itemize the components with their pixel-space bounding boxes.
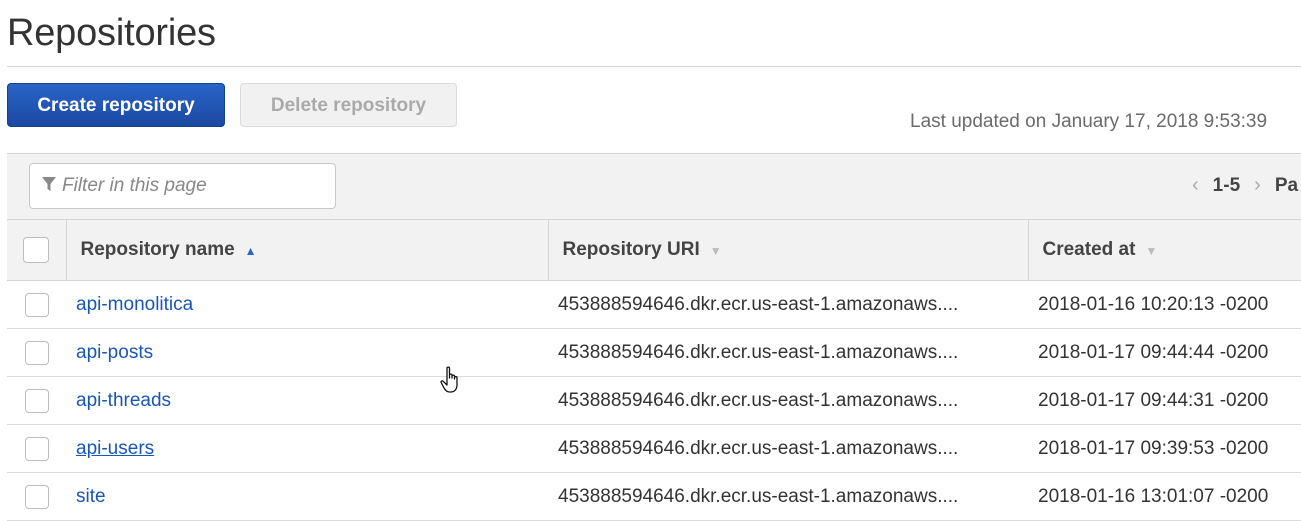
- repository-name-cell: api-posts: [66, 328, 548, 377]
- sort-ascending-icon: ▲: [244, 244, 257, 258]
- page-title: Repositories: [7, 12, 216, 54]
- title-divider: [7, 66, 1301, 67]
- row-checkbox[interactable]: [24, 340, 49, 365]
- column-header-repository-uri[interactable]: Repository URI ▼: [547, 219, 1028, 281]
- repository-link[interactable]: api-posts: [76, 342, 153, 363]
- table-header-row: Repository name ▲ Repository URI ▼ Created…: [7, 219, 1301, 281]
- column-label: Repository name: [80, 239, 235, 260]
- repository-uri-cell: 453888594646.dkr.ecr.us-east-1.amazonaws…: [548, 424, 1028, 473]
- repository-uri-cell: 453888594646.dkr.ecr.us-east-1.amazonaws…: [548, 280, 1028, 329]
- repository-link[interactable]: api-monolitica: [76, 294, 193, 315]
- row-checkbox[interactable]: [24, 292, 49, 317]
- repository-name-cell: site: [66, 472, 548, 521]
- table-toolbar: ‹ 1-5 › Pa: [7, 153, 1301, 220]
- row-select-cell: [7, 280, 66, 329]
- previous-page-icon[interactable]: ‹: [1192, 174, 1199, 197]
- last-updated-text: Last updated on January 17, 2018 9:53:39: [910, 111, 1268, 132]
- row-checkbox[interactable]: [24, 388, 49, 413]
- row-checkbox[interactable]: [24, 484, 49, 509]
- created-at-cell: 2018-01-16 13:01:07 -0200: [1028, 472, 1301, 521]
- row-select-cell: [7, 376, 66, 425]
- row-select-cell: [7, 424, 66, 473]
- repository-link[interactable]: api-threads: [76, 390, 171, 411]
- repository-link[interactable]: site: [76, 486, 106, 507]
- pagination: ‹ 1-5 › Pa: [1192, 174, 1298, 197]
- repository-name-cell: api-threads: [66, 376, 548, 425]
- created-at-cell: 2018-01-17 09:39:53 -0200: [1028, 424, 1301, 473]
- table-row: api-threads 453888594646.dkr.ecr.us-east…: [7, 376, 1301, 425]
- row-checkbox[interactable]: [24, 436, 49, 461]
- table-row: api-posts 453888594646.dkr.ecr.us-east-1…: [7, 328, 1301, 377]
- table-row: site 453888594646.dkr.ecr.us-east-1.amaz…: [7, 472, 1301, 521]
- delete-repository-button[interactable]: Delete repository: [240, 83, 457, 127]
- created-at-cell: 2018-01-17 09:44:31 -0200: [1028, 376, 1301, 425]
- sort-indicator-icon: ▼: [1145, 244, 1158, 258]
- create-repository-button[interactable]: Create repository: [7, 83, 225, 127]
- created-at-cell: 2018-01-17 09:44:44 -0200: [1028, 328, 1301, 377]
- repository-name-cell: api-monolitica: [66, 280, 548, 329]
- column-label: Created at: [1042, 239, 1136, 260]
- repository-uri-cell: 453888594646.dkr.ecr.us-east-1.amazonaws…: [548, 376, 1028, 425]
- table-row: api-monolitica 453888594646.dkr.ecr.us-e…: [7, 280, 1301, 329]
- next-page-icon[interactable]: ›: [1254, 174, 1261, 197]
- column-label: Repository URI: [562, 239, 700, 260]
- sort-indicator-icon: ▼: [709, 244, 722, 258]
- filter-field[interactable]: [29, 163, 336, 209]
- filter-input[interactable]: [62, 175, 322, 197]
- table-row: api-users 453888594646.dkr.ecr.us-east-1…: [7, 424, 1301, 473]
- created-at-cell: 2018-01-16 10:20:13 -0200: [1028, 280, 1301, 329]
- column-header-created-at[interactable]: Created at ▼: [1027, 219, 1301, 281]
- row-select-cell: [7, 472, 66, 521]
- page-size-label[interactable]: Pa: [1275, 175, 1298, 197]
- hand-cursor-icon: [440, 366, 464, 394]
- column-header-repository-name[interactable]: Repository name ▲: [65, 219, 548, 281]
- page-range: 1-5: [1212, 174, 1241, 196]
- select-all-checkbox[interactable]: [23, 237, 50, 263]
- repository-uri-cell: 453888594646.dkr.ecr.us-east-1.amazonaws…: [548, 472, 1028, 521]
- repository-uri-cell: 453888594646.dkr.ecr.us-east-1.amazonaws…: [548, 328, 1028, 377]
- select-all-cell: [7, 219, 66, 281]
- repository-link[interactable]: api-users: [76, 438, 154, 459]
- repository-name-cell: api-users: [66, 424, 548, 473]
- row-select-cell: [7, 328, 66, 377]
- repositories-table: Repository name ▲ Repository URI ▼ Created…: [7, 219, 1301, 521]
- filter-icon: [42, 176, 56, 197]
